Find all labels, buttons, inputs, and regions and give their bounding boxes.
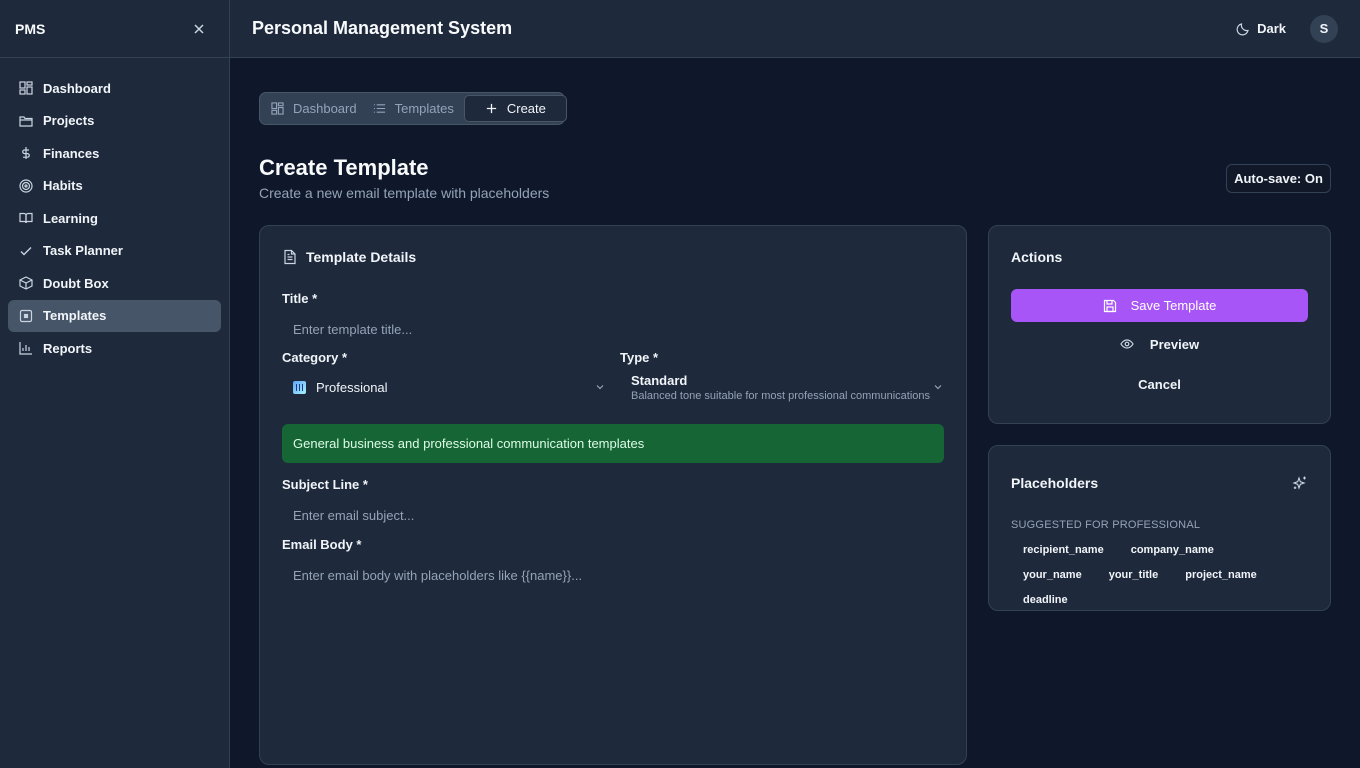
plus-icon <box>485 102 498 115</box>
card-title: Actions <box>1011 249 1063 265</box>
theme-toggle-button[interactable]: Dark <box>1236 21 1286 36</box>
sidebar-item-finances[interactable]: Finances <box>8 137 221 169</box>
type-description: Balanced tone suitable for most professi… <box>631 389 930 402</box>
card-title: Placeholders <box>1011 475 1099 491</box>
folder-icon <box>19 114 33 128</box>
chevron-down-icon <box>932 381 944 393</box>
tab-templates[interactable]: Templates <box>365 95 462 122</box>
category-selected: Professional <box>293 380 388 395</box>
sidebar-item-label: Dashboard <box>43 80 111 96</box>
type-selected: Standard Balanced tone suitable for most… <box>631 373 930 402</box>
moon-icon <box>1236 22 1250 36</box>
sidebar: PMS Dashboard Projects Finances Habits L… <box>0 0 230 768</box>
sidebar-item-label: Reports <box>43 340 93 356</box>
sidebar-item-templates[interactable]: Templates <box>8 299 221 332</box>
box-icon <box>19 276 33 290</box>
sidebar-item-label: Doubt Box <box>43 275 109 291</box>
top-bar: Personal Management System Dark S <box>230 0 1360 58</box>
placeholder-chip[interactable]: your_name <box>1011 562 1094 587</box>
sidebar-item-reports[interactable]: Reports <box>8 332 221 364</box>
eye-icon <box>1120 337 1134 351</box>
placeholders-card: Placeholders SUGGESTED FOR PROFESSIONAL … <box>988 445 1331 611</box>
card-header: Placeholders <box>1011 475 1308 491</box>
page-title: Create Template <box>259 155 429 180</box>
save-template-button[interactable]: Save Template <box>1011 289 1308 322</box>
book-icon <box>19 211 33 225</box>
sidebar-item-label: Templates <box>43 308 107 323</box>
sparkles-icon[interactable] <box>1292 475 1308 491</box>
template-details-card: Template Details Title * Enter template … <box>259 225 967 765</box>
layout-grid-icon <box>19 81 33 95</box>
list-icon <box>373 102 386 115</box>
category-type-row: Category * Professional Type * Standard … <box>282 350 944 409</box>
tab-label: Dashboard <box>293 101 357 116</box>
sidebar-item-habits[interactable]: Habits <box>8 170 221 202</box>
sidebar-item-projects[interactable]: Projects <box>8 105 221 137</box>
sidebar-item-label: Task Planner <box>43 243 123 258</box>
sidebar-item-label: Learning <box>43 210 98 226</box>
save-icon <box>1103 299 1117 313</box>
placeholder-chip[interactable]: deadline <box>1011 587 1080 612</box>
app-logo: PMS <box>15 20 46 37</box>
tab-label: Templates <box>394 101 454 116</box>
app-title: Personal Management System <box>252 18 513 38</box>
check-icon <box>19 244 33 258</box>
sidebar-item-task-planner[interactable]: Task Planner <box>8 235 221 267</box>
bar-chart-icon <box>19 341 33 355</box>
sidebar-item-label: Projects <box>43 113 95 128</box>
placeholder-chip[interactable]: recipient_name <box>1011 537 1116 562</box>
sidebar-item-doubt-box[interactable]: Doubt Box <box>8 267 221 299</box>
cancel-button[interactable]: Cancel <box>1011 369 1308 399</box>
sidebar-item-dashboard[interactable]: Dashboard <box>8 72 221 104</box>
sidebar-nav: Dashboard Projects Finances Habits Learn… <box>0 58 229 364</box>
page-subtitle: Create a new email template with placeho… <box>259 185 550 201</box>
category-select[interactable]: Professional <box>282 365 620 409</box>
category-label: Category * <box>282 350 348 365</box>
sidebar-item-learning[interactable]: Learning <box>8 202 221 234</box>
tab-label: Create <box>506 101 546 116</box>
theme-label: Dark <box>1257 21 1286 36</box>
chevron-down-icon <box>594 381 606 393</box>
category-info-banner: General business and professional commun… <box>282 424 944 463</box>
target-icon <box>19 178 33 193</box>
button-label: Save Template <box>1130 298 1217 313</box>
autosave-badge: Auto-save: On <box>1226 164 1331 193</box>
sidebar-item-label: Finances <box>43 145 100 161</box>
sidebar-header: PMS <box>0 0 229 58</box>
button-label: Preview <box>1149 336 1200 352</box>
placeholder-chips: recipient_name company_name your_name yo… <box>1011 537 1308 612</box>
placeholder-section-label: SUGGESTED FOR PROFESSIONAL <box>1011 519 1201 531</box>
title-label: Title * <box>282 291 318 306</box>
placeholder-chip[interactable]: company_name <box>1119 537 1226 562</box>
close-icon[interactable] <box>191 21 207 37</box>
subject-label: Subject Line * <box>282 477 368 492</box>
dollar-icon <box>19 146 33 160</box>
sidebar-item-label: Habits <box>43 178 83 193</box>
breadcrumb-tabs: Dashboard Templates Create <box>259 92 567 125</box>
type-select[interactable]: Standard Balanced tone suitable for most… <box>620 365 944 409</box>
file-text-icon <box>282 249 298 265</box>
layout-grid-icon <box>271 102 284 115</box>
card-title: Template Details <box>306 249 417 265</box>
preview-button[interactable]: Preview <box>1011 329 1308 359</box>
type-column: Type * Standard Balanced tone suitable f… <box>620 350 944 409</box>
category-column: Category * Professional <box>282 350 620 409</box>
type-value: Standard <box>631 372 688 388</box>
tab-dashboard[interactable]: Dashboard <box>263 95 365 122</box>
subject-input[interactable]: Enter email subject... <box>282 500 944 530</box>
avatar[interactable]: S <box>1310 14 1338 43</box>
card-header: Template Details <box>282 249 944 265</box>
title-input[interactable]: Enter template title... <box>282 314 944 344</box>
email-body-textarea[interactable]: Enter email body with placeholders like … <box>282 560 944 740</box>
type-label: Type * <box>620 350 659 365</box>
actions-card: Actions Save Template Preview Cancel <box>988 225 1331 424</box>
tab-create[interactable]: Create <box>463 95 567 122</box>
template-icon <box>19 309 33 323</box>
category-value: Professional <box>316 379 388 395</box>
placeholder-chip[interactable]: project_name <box>1173 562 1269 587</box>
building-icon <box>293 380 306 394</box>
header-actions: Dark S <box>1236 14 1338 43</box>
placeholder-chip[interactable]: your_title <box>1097 562 1171 587</box>
body-label: Email Body * <box>282 537 362 552</box>
